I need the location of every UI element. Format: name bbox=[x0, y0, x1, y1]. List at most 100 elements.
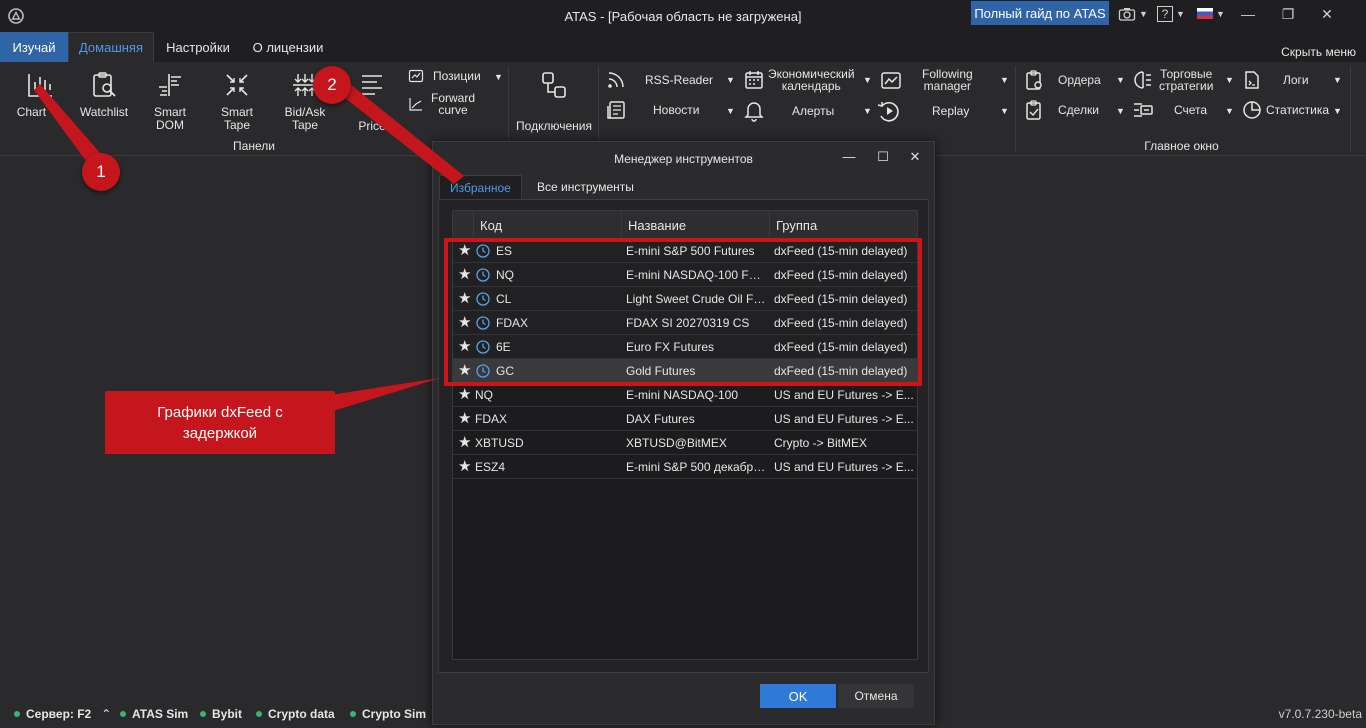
chart-button[interactable]: Chart ▼ bbox=[12, 70, 68, 120]
price-button[interactable]: Price bbox=[352, 70, 392, 133]
smart-dom-icon bbox=[159, 74, 181, 96]
close-button[interactable]: ✕ bbox=[1316, 4, 1338, 24]
table-row[interactable]: ★ FDAX DAX Futures US and EU Futures -> E..… bbox=[453, 407, 917, 431]
hide-menu-button[interactable]: Скрыть меню bbox=[1281, 45, 1356, 59]
cell-name: DAX Futures bbox=[626, 412, 695, 426]
restore-button[interactable]: ❐ bbox=[1277, 4, 1299, 24]
callout-text: Графики dxFeed с задержкой bbox=[157, 402, 283, 444]
following-manager-button[interactable]: Following manager bbox=[880, 68, 973, 92]
restore-icon: ❐ bbox=[1281, 6, 1295, 22]
language-dropdown[interactable]: ▼ bbox=[1216, 5, 1225, 23]
alerts-button[interactable]: Алерты bbox=[744, 100, 834, 122]
logs-chevron-down-icon[interactable]: ▼ bbox=[1333, 75, 1342, 85]
grid-header: Код Название Группа bbox=[453, 211, 917, 239]
favorite-star-icon[interactable]: ★ bbox=[458, 386, 471, 404]
strategies-icon bbox=[1134, 71, 1151, 89]
chevron-down-icon: ▼ bbox=[55, 109, 64, 118]
forward-curve-button[interactable]: Forward curve bbox=[408, 92, 475, 116]
orders-icon bbox=[1026, 70, 1042, 90]
cell-code: NQ bbox=[475, 388, 493, 402]
accounts-button[interactable]: Счета bbox=[1132, 100, 1207, 120]
rss-reader-button[interactable]: RSS-Reader bbox=[606, 70, 713, 90]
screenshot-button[interactable]: ▼ bbox=[1118, 5, 1148, 23]
status-dot-icon bbox=[14, 711, 20, 717]
orders-button[interactable]: Ордера bbox=[1024, 70, 1101, 90]
favorite-star-icon[interactable]: ★ bbox=[458, 434, 471, 452]
server-label: Сервер: F2 bbox=[26, 707, 92, 721]
tab-home[interactable]: Домашняя bbox=[68, 32, 154, 62]
header-group[interactable]: Группа bbox=[769, 211, 917, 239]
watchlist-button[interactable]: Watchlist bbox=[74, 70, 134, 119]
news-icon bbox=[607, 101, 625, 119]
calendar-chevron-down-icon[interactable]: ▼ bbox=[863, 75, 872, 85]
ribbon-separator bbox=[508, 66, 509, 152]
news-chevron-down-icon[interactable]: ▼ bbox=[726, 106, 735, 116]
statistics-label: Статистика bbox=[1266, 103, 1330, 117]
maximize-icon: ☐ bbox=[877, 149, 889, 164]
following-manager-icon bbox=[881, 72, 901, 89]
trading-strategies-label-2: стратегии bbox=[1159, 79, 1214, 93]
help-button[interactable]: ? ▼ bbox=[1157, 5, 1185, 23]
connection-crypto-sim[interactable]: Crypto Sim bbox=[350, 707, 426, 721]
smart-dom-button[interactable]: Smart DOM bbox=[146, 70, 194, 132]
orders-chevron-down-icon[interactable]: ▼ bbox=[1116, 75, 1125, 85]
favorite-star-icon[interactable]: ★ bbox=[458, 410, 471, 428]
alerts-chevron-down-icon[interactable]: ▼ bbox=[863, 106, 872, 116]
tab-all-instruments[interactable]: Все инструменты bbox=[527, 175, 644, 199]
following-chevron-down-icon[interactable]: ▼ bbox=[1000, 75, 1009, 85]
deals-button[interactable]: Сделки bbox=[1024, 100, 1099, 120]
header-code[interactable]: Код bbox=[473, 211, 621, 239]
statistics-button[interactable]: Статистика bbox=[1242, 100, 1329, 120]
tab-favorites[interactable]: Избранное bbox=[439, 175, 522, 200]
favorite-star-icon[interactable]: ★ bbox=[458, 458, 471, 476]
connection-crypto-data[interactable]: Crypto data bbox=[256, 707, 335, 721]
table-row[interactable]: ★ XBTUSD XBTUSD@BitMEX Crypto -> BitMEX bbox=[453, 431, 917, 455]
table-row[interactable]: ★ ESZ4 E-mini S&P 500 декабрь 2024 US and E… bbox=[453, 455, 917, 479]
strategies-chevron-down-icon[interactable]: ▼ bbox=[1225, 75, 1234, 85]
version-label: v7.0.7.230-beta bbox=[1278, 707, 1362, 721]
accounts-chevron-down-icon[interactable]: ▼ bbox=[1225, 106, 1234, 116]
replay-button[interactable]: Replay bbox=[876, 99, 969, 123]
connection-atas-sim[interactable]: ATAS Sim bbox=[120, 707, 188, 721]
annotation-badge-2: 2 bbox=[313, 66, 351, 104]
logs-button[interactable]: Логи bbox=[1242, 70, 1309, 90]
economic-calendar-label-2: календарь bbox=[781, 79, 841, 93]
smart-tape-button[interactable]: Smart Tape bbox=[213, 70, 261, 132]
economic-calendar-button[interactable]: Экономический календарь bbox=[744, 68, 855, 92]
dialog-maximize-button[interactable]: ☐ bbox=[873, 148, 893, 166]
replay-icon bbox=[877, 101, 899, 122]
positions-button[interactable]: Позиции bbox=[408, 68, 481, 84]
trading-strategies-label: Торговые стратегии bbox=[1159, 68, 1213, 92]
tab-license[interactable]: О лицензии bbox=[246, 32, 330, 62]
language-flag-icon[interactable] bbox=[1197, 8, 1213, 19]
replay-chevron-down-icon[interactable]: ▼ bbox=[1000, 106, 1009, 116]
dialog-minimize-button[interactable]: — bbox=[839, 148, 859, 166]
statistics-chevron-down-icon[interactable]: ▼ bbox=[1333, 106, 1342, 116]
status-dot-icon bbox=[120, 711, 126, 717]
rss-chevron-down-icon[interactable]: ▼ bbox=[726, 75, 735, 85]
forward-curve-label-2: curve bbox=[438, 103, 468, 117]
connection-bybit[interactable]: Bybit bbox=[200, 707, 242, 721]
cell-name: E-mini NASDAQ-100 bbox=[626, 388, 739, 402]
annotation-badge-1: 1 bbox=[82, 153, 120, 191]
dialog-close-button[interactable]: ✕ bbox=[905, 148, 925, 166]
table-row[interactable]: ★ NQ E-mini NASDAQ-100 US and EU Futures ->… bbox=[453, 383, 917, 407]
news-button[interactable]: Новости bbox=[606, 100, 699, 120]
cell-code: ESZ4 bbox=[475, 460, 506, 474]
rss-icon bbox=[608, 72, 624, 88]
header-name[interactable]: Название bbox=[621, 211, 769, 239]
full-guide-button[interactable]: Полный гайд по ATAS bbox=[971, 1, 1109, 25]
accounts-label: Счета bbox=[1174, 103, 1208, 117]
following-manager-label-2: manager bbox=[923, 79, 972, 93]
server-status[interactable]: Сервер: F2 ⌃ bbox=[14, 707, 111, 721]
rss-reader-label: RSS-Reader bbox=[645, 73, 714, 87]
tab-learn[interactable]: Изучай bbox=[0, 32, 68, 62]
tab-settings[interactable]: Настройки bbox=[160, 32, 236, 62]
minimize-button[interactable]: — bbox=[1237, 4, 1259, 24]
positions-chevron-down-icon[interactable]: ▼ bbox=[494, 72, 503, 82]
deals-icon bbox=[1026, 100, 1041, 120]
connections-button[interactable]: Подключения bbox=[512, 70, 596, 133]
status-bar: Сервер: F2 ⌃ ATAS Sim Bybit Crypto data … bbox=[0, 702, 1366, 728]
deals-chevron-down-icon[interactable]: ▼ bbox=[1116, 106, 1125, 116]
trading-strategies-button[interactable]: Торговые стратегии bbox=[1132, 68, 1213, 92]
